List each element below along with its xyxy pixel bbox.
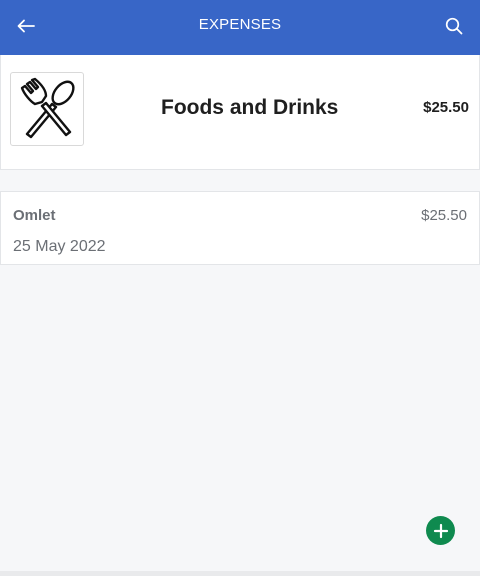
category-header: Foods and Drinks $25.50 bbox=[0, 55, 480, 170]
list-item[interactable]: Omlet $25.50 25 May 2022 bbox=[0, 191, 480, 265]
add-expense-button[interactable] bbox=[426, 516, 455, 545]
plus-icon bbox=[433, 523, 448, 538]
search-icon bbox=[445, 17, 463, 35]
expenses-screen: EXPENSES Foods and Drinks $25.50 Omlet $… bbox=[0, 0, 480, 576]
bottom-divider bbox=[0, 571, 480, 576]
fork-spoon-icon bbox=[20, 77, 75, 139]
category-image bbox=[10, 72, 84, 146]
page-title: EXPENSES bbox=[198, 16, 282, 33]
app-bar: EXPENSES bbox=[0, 0, 480, 55]
expense-name: Omlet bbox=[13, 207, 56, 224]
category-total: $25.50 bbox=[423, 99, 469, 116]
expense-amount: $25.50 bbox=[421, 207, 467, 224]
category-name: Foods and Drinks bbox=[161, 96, 339, 119]
search-button[interactable] bbox=[440, 12, 468, 40]
expense-date: 25 May 2022 bbox=[13, 238, 106, 255]
